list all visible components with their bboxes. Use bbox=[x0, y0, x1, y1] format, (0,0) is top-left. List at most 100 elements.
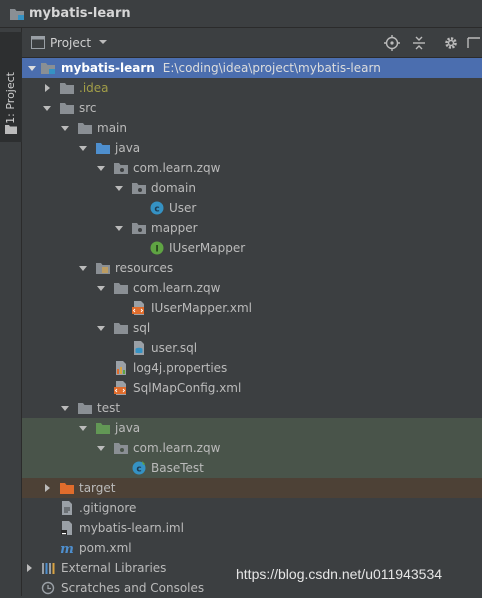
maven-icon: m bbox=[60, 542, 74, 555]
tree-row-iusermapper-xml[interactable]: IUserMapper.xml bbox=[22, 298, 482, 318]
tree-label: src bbox=[79, 101, 97, 115]
tree-row-pkg-main[interactable]: com.learn.zqw bbox=[22, 158, 482, 178]
tree-label: User bbox=[169, 201, 197, 215]
expanded-arrow-icon[interactable] bbox=[60, 123, 70, 133]
folder-icon bbox=[78, 123, 92, 134]
tree-label: user.sql bbox=[151, 341, 198, 355]
svg-text:c: c bbox=[154, 205, 159, 215]
tree-row-pom[interactable]: m pom.xml bbox=[22, 538, 482, 558]
expanded-arrow-icon[interactable] bbox=[96, 323, 106, 333]
root-path: E:\coding\idea\project\mybatis-learn bbox=[162, 61, 381, 75]
expanded-arrow-icon[interactable] bbox=[114, 223, 124, 233]
tree-row-iusermapper[interactable]: I IUserMapper bbox=[22, 238, 482, 258]
expanded-arrow-icon[interactable] bbox=[96, 283, 106, 293]
folder-icon bbox=[114, 323, 128, 334]
expanded-arrow-icon[interactable] bbox=[96, 163, 106, 173]
project-view-icon bbox=[31, 36, 45, 49]
tree-label: resources bbox=[115, 261, 174, 275]
svg-text:c: c bbox=[136, 465, 141, 475]
test-folder-icon bbox=[96, 423, 110, 434]
xml-file-icon bbox=[132, 301, 144, 315]
tree-label: Scratches and Consoles bbox=[61, 581, 205, 595]
tree-label: test bbox=[97, 401, 121, 415]
project-tool-tab[interactable]: 1: Project bbox=[0, 32, 22, 142]
tree-label: pom.xml bbox=[79, 541, 132, 555]
tool-window-strip: 1: Project bbox=[0, 28, 22, 596]
tree-row-src[interactable]: src bbox=[22, 98, 482, 118]
tree-label: mybatis-learn.iml bbox=[79, 521, 184, 535]
tree-row-test-java[interactable]: java bbox=[22, 418, 482, 438]
tree-label: domain bbox=[151, 181, 196, 195]
window-title: mybatis-learn bbox=[29, 6, 131, 21]
title-bar: mybatis-learn bbox=[0, 0, 482, 28]
folder-icon bbox=[5, 125, 17, 134]
resources-folder-icon bbox=[96, 263, 110, 274]
gear-icon[interactable] bbox=[443, 35, 459, 51]
tree-label: target bbox=[79, 481, 116, 495]
expanded-arrow-icon[interactable] bbox=[42, 103, 52, 113]
project-folder-icon bbox=[10, 9, 24, 20]
tree-row-target[interactable]: target bbox=[22, 478, 482, 498]
tree-row-mapper[interactable]: mapper bbox=[22, 218, 482, 238]
tree-row-user[interactable]: c User bbox=[22, 198, 482, 218]
expanded-arrow-icon[interactable] bbox=[60, 403, 70, 413]
tree-row-domain[interactable]: domain bbox=[22, 178, 482, 198]
tree-row-basetest[interactable]: c BaseTest bbox=[22, 458, 482, 478]
folder-icon bbox=[60, 103, 74, 114]
view-selector-label[interactable]: Project bbox=[50, 36, 91, 50]
tree-label: com.learn.zqw bbox=[133, 161, 221, 175]
tree-label: sql bbox=[133, 321, 151, 335]
tree-row-main-java[interactable]: java bbox=[22, 138, 482, 158]
tree-row-root[interactable]: mybatis-learn E:\coding\idea\project\myba… bbox=[22, 58, 482, 78]
tree-row-iml[interactable]: mybatis-learn.iml bbox=[22, 518, 482, 538]
tree-label: com.learn.zqw bbox=[133, 441, 221, 455]
tree-row-log4j[interactable]: log4j.properties bbox=[22, 358, 482, 378]
locate-icon[interactable] bbox=[384, 35, 400, 51]
tree-row-sqlmapconfig[interactable]: SqlMapConfig.xml bbox=[22, 378, 482, 398]
chevron-down-icon[interactable] bbox=[98, 38, 108, 46]
watermark: https://blog.csdn.net/u011943534 bbox=[236, 566, 443, 582]
tree-label: .gitignore bbox=[79, 501, 137, 515]
scratches-icon bbox=[41, 581, 55, 595]
collapsed-arrow-icon[interactable] bbox=[42, 83, 52, 93]
collapse-all-icon[interactable] bbox=[411, 35, 427, 51]
tree-row-test[interactable]: test bbox=[22, 398, 482, 418]
tree-label: main bbox=[97, 121, 127, 135]
tree-row-main[interactable]: main bbox=[22, 118, 482, 138]
svg-text:m: m bbox=[60, 542, 74, 555]
properties-file-icon bbox=[116, 361, 126, 375]
tree-row-pkg-res[interactable]: com.learn.zqw bbox=[22, 278, 482, 298]
tree-label: mapper bbox=[151, 221, 198, 235]
sql-file-icon bbox=[134, 341, 144, 355]
expanded-arrow-icon[interactable] bbox=[78, 423, 88, 433]
tree-row-pkg-test[interactable]: com.learn.zqw bbox=[22, 438, 482, 458]
tree-label: SqlMapConfig.xml bbox=[133, 381, 242, 395]
folder-icon bbox=[60, 83, 74, 94]
tree-row-sql[interactable]: sql bbox=[22, 318, 482, 338]
expanded-arrow-icon[interactable] bbox=[96, 443, 106, 453]
expanded-arrow-icon[interactable] bbox=[78, 263, 88, 273]
tree-row-gitignore[interactable]: .gitignore bbox=[22, 498, 482, 518]
module-file-icon bbox=[61, 521, 72, 535]
library-icon bbox=[42, 563, 55, 574]
tree-row-idea[interactable]: .idea bbox=[22, 78, 482, 98]
package-icon bbox=[132, 223, 146, 234]
svg-text:I: I bbox=[155, 245, 158, 255]
tree-row-resources[interactable]: resources bbox=[22, 258, 482, 278]
expanded-arrow-icon[interactable] bbox=[78, 143, 88, 153]
tree-row-user-sql[interactable]: user.sql bbox=[22, 338, 482, 358]
project-tree: mybatis-learn E:\coding\idea\project\myba… bbox=[22, 58, 482, 596]
tree-label: log4j.properties bbox=[133, 361, 228, 375]
expanded-arrow-icon[interactable] bbox=[27, 63, 37, 73]
tree-label: com.learn.zqw bbox=[133, 281, 221, 295]
tree-label: mybatis-learn E:\coding\idea\project\myba… bbox=[61, 58, 381, 78]
package-icon bbox=[114, 163, 128, 174]
module-folder-icon bbox=[41, 63, 55, 74]
expanded-arrow-icon[interactable] bbox=[114, 183, 124, 193]
hide-panel-icon[interactable] bbox=[466, 35, 482, 51]
tree-label: java bbox=[115, 141, 141, 155]
package-icon bbox=[132, 183, 146, 194]
project-tool-label: 1: Project bbox=[4, 72, 17, 124]
collapsed-arrow-icon[interactable] bbox=[24, 563, 34, 573]
collapsed-arrow-icon[interactable] bbox=[42, 483, 52, 493]
